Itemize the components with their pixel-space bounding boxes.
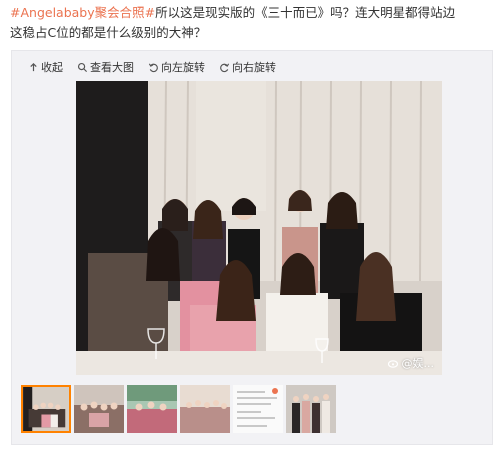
thumbnail-3-image — [127, 385, 177, 433]
photo-watermark: @娱... — [387, 355, 435, 371]
thumbnail-1-image — [23, 387, 69, 431]
post-text: #Angelababy聚会合照#所以这是现实版的《三十而已》吗？连大明星都得站边… — [10, 3, 494, 43]
group-photo[interactable]: @娱... — [76, 81, 442, 375]
view-large-label: 查看大图 — [90, 61, 134, 74]
rotate-right-label: 向右旋转 — [232, 61, 276, 74]
watermark-text: @娱... — [401, 357, 435, 370]
rotate-left-button[interactable]: 向左旋转 — [148, 59, 205, 75]
thumbnail-2[interactable] — [74, 385, 124, 433]
rotate-left-icon — [148, 63, 158, 72]
thumbnail-3[interactable] — [127, 385, 177, 433]
thumbnail-6[interactable] — [286, 385, 336, 433]
thumbnail-2-image — [74, 385, 124, 433]
post-line-1: #Angelababy聚会合照#所以这是现实版的《三十而已》吗？连大明星都得站边 — [10, 3, 494, 23]
thumbnail-5-image — [233, 385, 283, 433]
collapse-icon — [30, 62, 37, 71]
hashtag-link[interactable]: #Angelababy聚会合照# — [10, 5, 155, 20]
image-viewer: 收起 查看大图 向左旋转 向右旋转 @娱... — [11, 50, 493, 445]
viewer-toolbar: 收起 查看大图 向左旋转 向右旋转 — [28, 59, 276, 75]
thumbnail-1[interactable] — [21, 385, 71, 433]
thumbnail-4-image — [180, 385, 230, 433]
post-line-1-text: 所以这是现实版的《三十而已》吗？连大明星都得站边 — [155, 5, 456, 20]
group-photo-image — [76, 81, 442, 375]
view-large-button[interactable]: 查看大图 — [77, 59, 134, 75]
post-line-2: 这稳占C位的都是什么级别的大神？ — [10, 25, 207, 40]
thumbnail-strip — [21, 385, 336, 433]
rotate-right-button[interactable]: 向右旋转 — [219, 59, 276, 75]
collapse-button[interactable]: 收起 — [28, 59, 63, 75]
rotate-right-icon — [220, 63, 230, 72]
magnifier-icon — [77, 62, 88, 72]
weibo-logo-icon — [387, 360, 398, 368]
rotate-left-label: 向左旋转 — [161, 61, 205, 74]
thumbnail-6-image — [286, 385, 336, 433]
collapse-label: 收起 — [41, 61, 63, 74]
thumbnail-4[interactable] — [180, 385, 230, 433]
thumbnail-5[interactable] — [233, 385, 283, 433]
